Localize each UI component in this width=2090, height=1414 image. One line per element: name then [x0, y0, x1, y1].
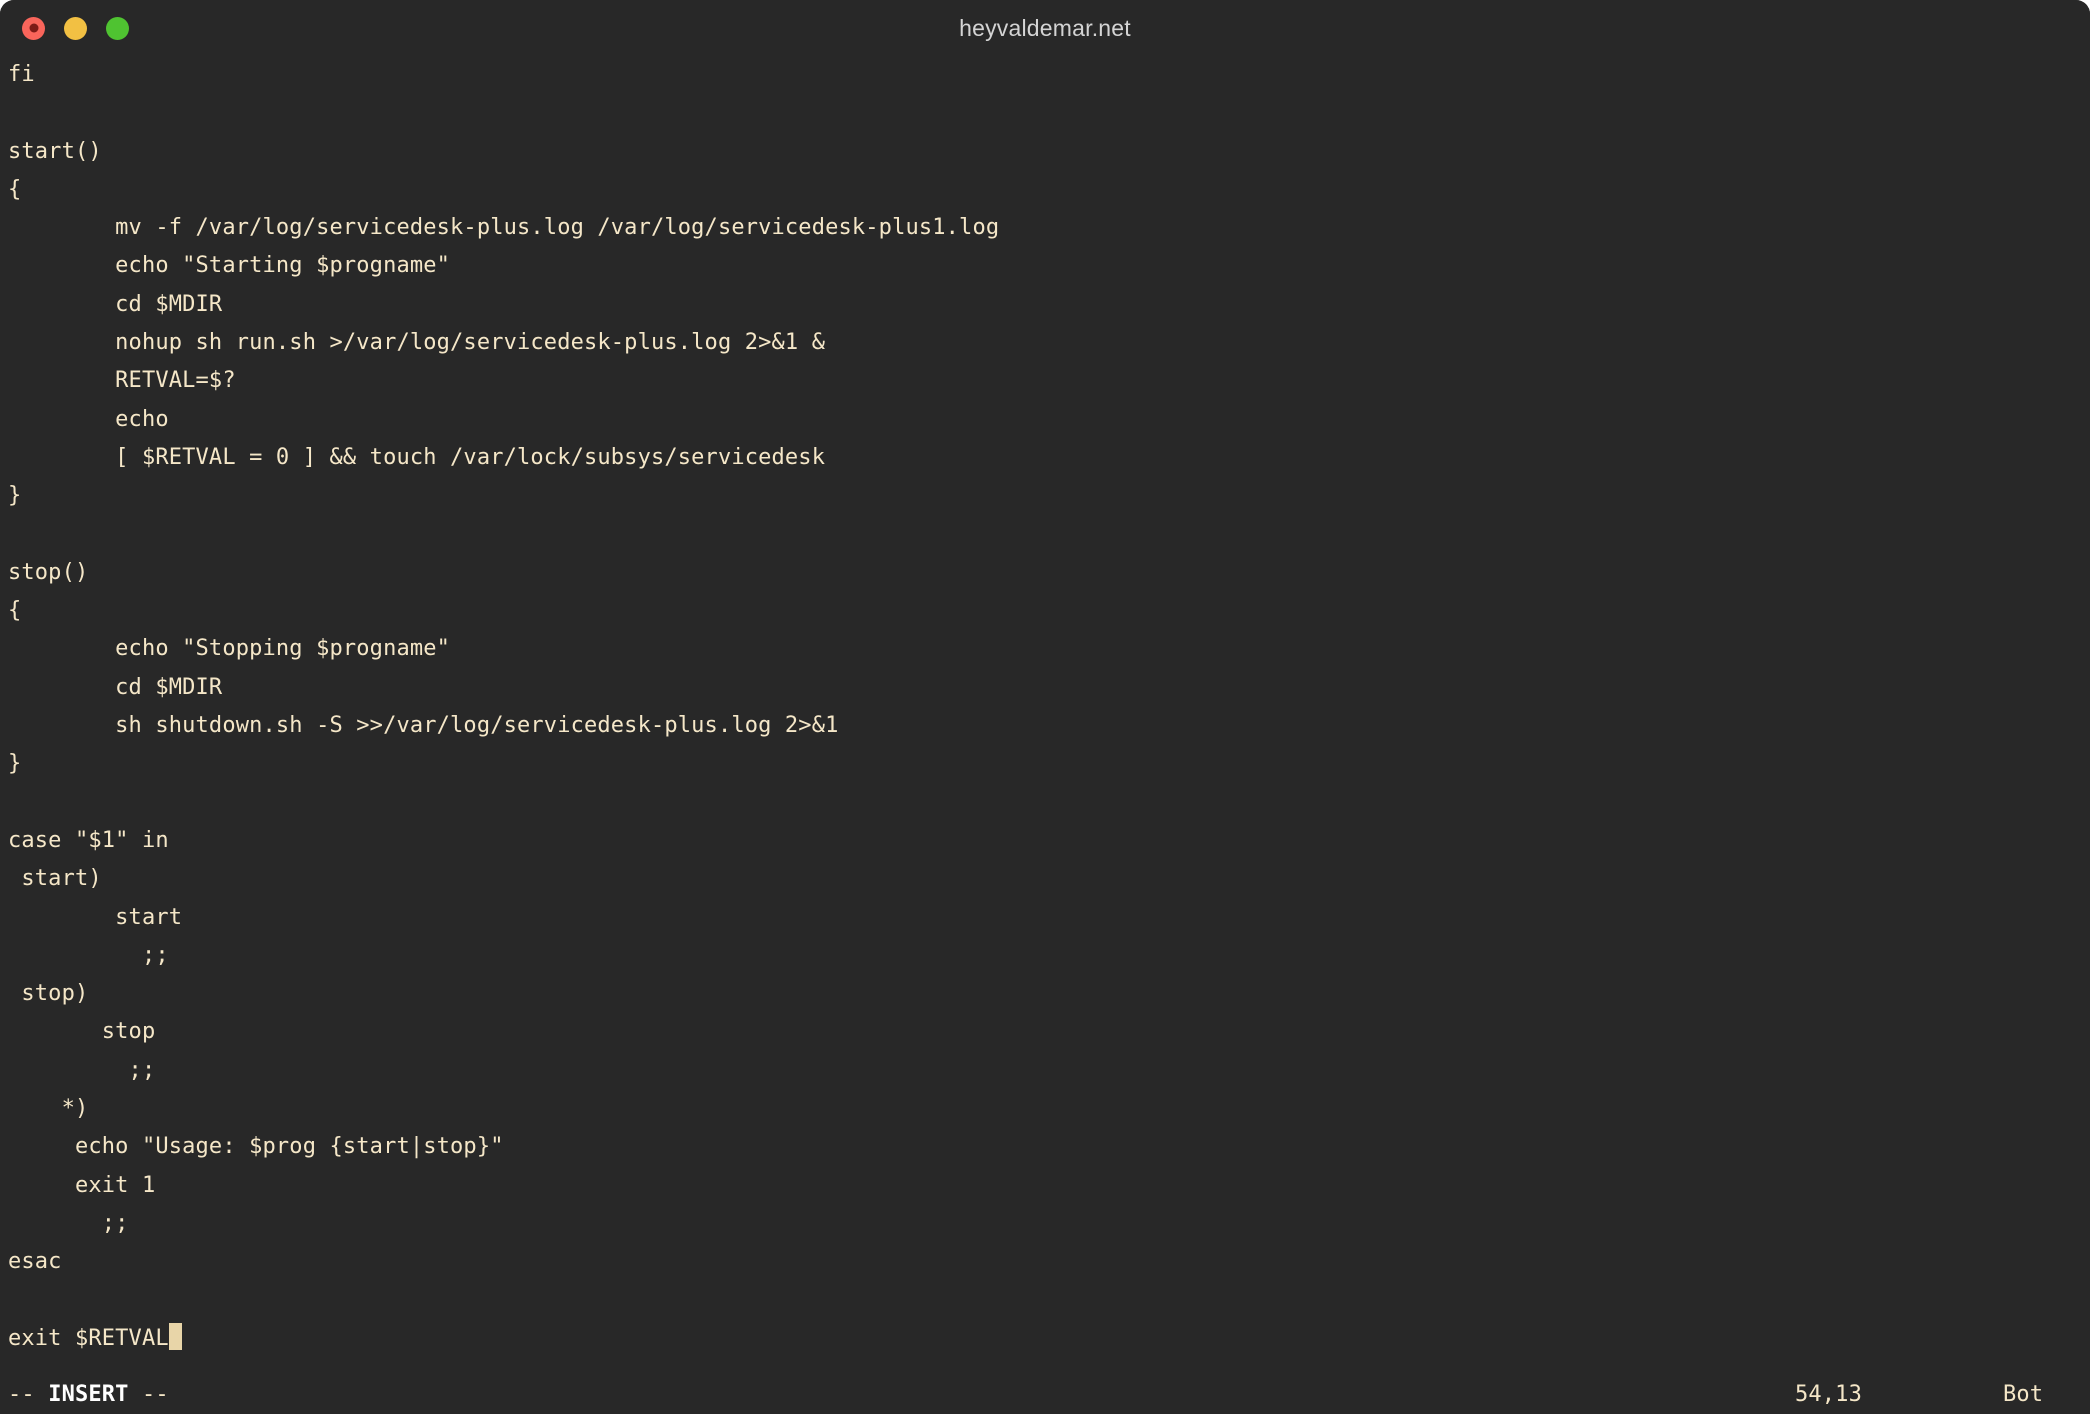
code-line: exit 1 — [8, 1172, 156, 1198]
scroll-indicator: Bot — [2003, 1381, 2044, 1407]
code-line: start — [8, 904, 183, 930]
code-line: cd $MDIR — [8, 291, 223, 317]
code-line: } — [8, 751, 22, 777]
maximize-button-icon[interactable] — [106, 16, 129, 40]
code-line: start) — [8, 866, 102, 892]
code-line: ;; — [8, 942, 169, 968]
code-line: echo — [8, 406, 169, 432]
code-line: echo "Usage: $prog {start|stop}" — [8, 1134, 504, 1160]
mode-suffix: -- — [128, 1381, 169, 1407]
vim-mode-indicator: -- INSERT -- — [8, 1382, 169, 1407]
code-line: { — [8, 598, 22, 624]
code-line: sh shutdown.sh -S >>/var/log/servicedesk… — [8, 713, 839, 739]
code-line: nohup sh run.sh >/var/log/servicedesk-pl… — [8, 330, 826, 356]
window-title: heyvaldemar.net — [959, 14, 1131, 41]
code-line: stop() — [8, 559, 89, 585]
window-controls — [22, 0, 129, 56]
cursor-position: 54,13 — [1795, 1381, 1862, 1407]
code-line: esac — [8, 1249, 62, 1275]
code-line: RETVAL=$? — [8, 368, 236, 394]
minimize-button-icon[interactable] — [64, 16, 87, 40]
mode-prefix: -- — [8, 1381, 49, 1407]
terminal-window: heyvaldemar.net fi start() { mv -f /var/l… — [0, 0, 2090, 1414]
text-cursor — [168, 1322, 182, 1350]
code-line: echo "Starting $progname" — [8, 253, 451, 279]
code-line: { — [8, 176, 22, 202]
code-line: fi — [8, 62, 35, 87]
code-line: [ $RETVAL = 0 ] && touch /var/lock/subsy… — [8, 444, 826, 470]
code-line: stop) — [8, 981, 89, 1007]
vim-buffer[interactable]: fi start() { mv -f /var/log/servicedesk-p… — [8, 56, 2090, 1358]
code-line: ;; — [8, 1210, 129, 1236]
code-line: echo "Stopping $progname" — [8, 636, 451, 662]
mode-label: INSERT — [48, 1381, 129, 1407]
code-line: ;; — [8, 1057, 156, 1083]
code-line: *) — [8, 1096, 89, 1122]
window-titlebar[interactable]: heyvaldemar.net — [0, 0, 2090, 56]
code-line: start() — [8, 138, 102, 164]
code-line: } — [8, 483, 22, 509]
code-line: case "$1" in — [8, 827, 169, 853]
vim-statusline: -- INSERT -- 54,13 Bot — [0, 1374, 2090, 1414]
code-line: exit $RETVAL — [8, 1320, 2090, 1358]
close-button-icon[interactable] — [22, 16, 45, 40]
code-line-text: exit $RETVAL — [8, 1325, 169, 1351]
code-line: cd $MDIR — [8, 674, 223, 700]
code-line: stop — [8, 1019, 156, 1045]
code-line: mv -f /var/log/servicedesk-plus.log /var… — [8, 215, 1000, 241]
terminal-content[interactable]: fi start() { mv -f /var/log/servicedesk-p… — [0, 56, 2090, 1414]
